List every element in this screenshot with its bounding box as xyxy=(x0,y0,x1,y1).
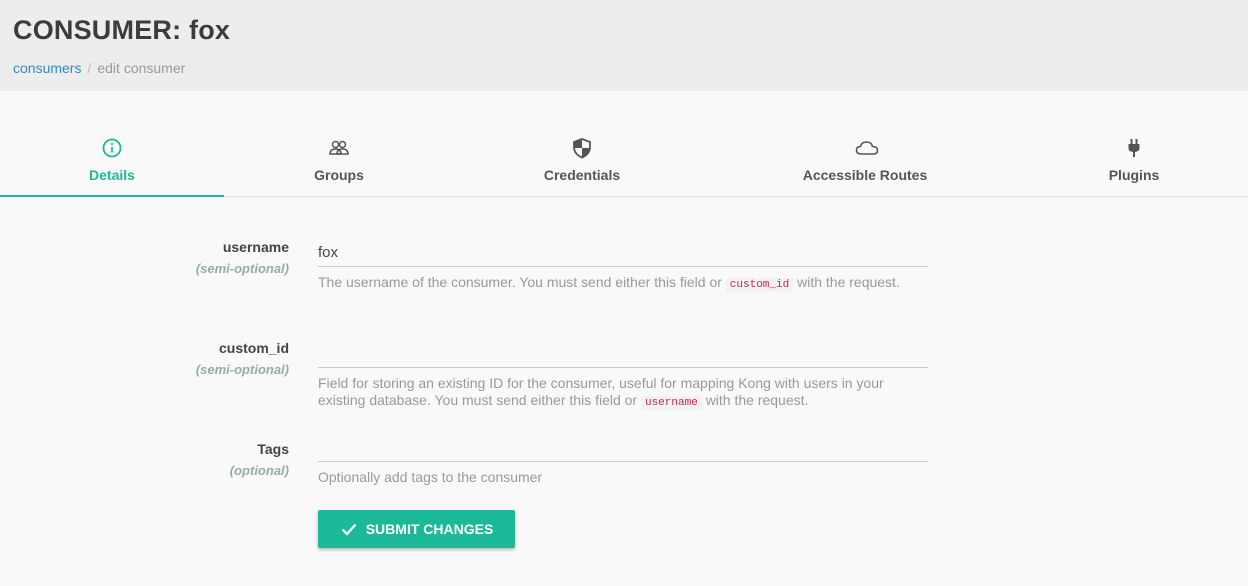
tab-credentials[interactable]: Credentials xyxy=(454,91,710,197)
tags-help: Optionally add tags to the consumer xyxy=(318,469,543,485)
username-help-code: custom_id xyxy=(725,278,794,292)
custom-id-help: Field for storing an existing ID for the… xyxy=(318,375,928,412)
cloud-icon xyxy=(854,137,879,159)
breadcrumb-consumers-link[interactable]: consumers xyxy=(13,60,81,76)
info-circle-icon xyxy=(101,137,123,159)
submit-changes-button[interactable]: SUBMIT CHANGES xyxy=(318,510,515,548)
username-help-text: The username of the consumer. You must s… xyxy=(318,274,722,290)
breadcrumb-current: edit consumer xyxy=(97,60,186,76)
plug-icon xyxy=(1123,137,1145,159)
username-help-text-end: with the request. xyxy=(797,274,900,290)
custom-id-help-text-end: with the request. xyxy=(705,392,809,408)
username-label: username xyxy=(222,239,289,255)
custom-id-help-code: username xyxy=(640,396,702,410)
tab-groups[interactable]: Groups xyxy=(224,91,454,197)
users-icon xyxy=(328,137,350,159)
breadcrumb-separator: / xyxy=(87,60,92,76)
tags-qualifier: (optional) xyxy=(229,463,289,478)
shield-icon xyxy=(571,137,593,159)
custom-id-input[interactable] xyxy=(318,340,928,368)
breadcrumb: consumers / edit consumer xyxy=(13,60,185,76)
tab-plugins-label: Plugins xyxy=(1108,167,1160,183)
username-help: The username of the consumer. You must s… xyxy=(318,274,928,294)
tab-details-label: Details xyxy=(89,167,135,183)
page-header: CONSUMER: fox consumers / edit consumer xyxy=(0,0,1248,91)
page-title: CONSUMER: fox xyxy=(13,15,231,45)
tab-accessible-routes[interactable]: Accessible Routes xyxy=(710,91,1020,197)
tab-details[interactable]: Details xyxy=(0,91,224,197)
custom-id-qualifier: (semi-optional) xyxy=(195,362,289,377)
tab-accessible-routes-label: Accessible Routes xyxy=(802,167,928,183)
tab-groups-label: Groups xyxy=(314,167,364,183)
username-input[interactable] xyxy=(318,239,928,267)
tab-bar: Details Groups Credentials Accessible Ro… xyxy=(0,91,1248,197)
tags-label: Tags xyxy=(257,441,289,457)
username-qualifier: (semi-optional) xyxy=(195,261,289,276)
submit-changes-label: SUBMIT CHANGES xyxy=(365,521,494,537)
tab-credentials-label: Credentials xyxy=(543,167,621,183)
custom-id-label: custom_id xyxy=(218,340,289,356)
tags-input[interactable] xyxy=(318,434,928,462)
check-icon xyxy=(341,523,357,536)
tab-plugins[interactable]: Plugins xyxy=(1020,91,1248,197)
